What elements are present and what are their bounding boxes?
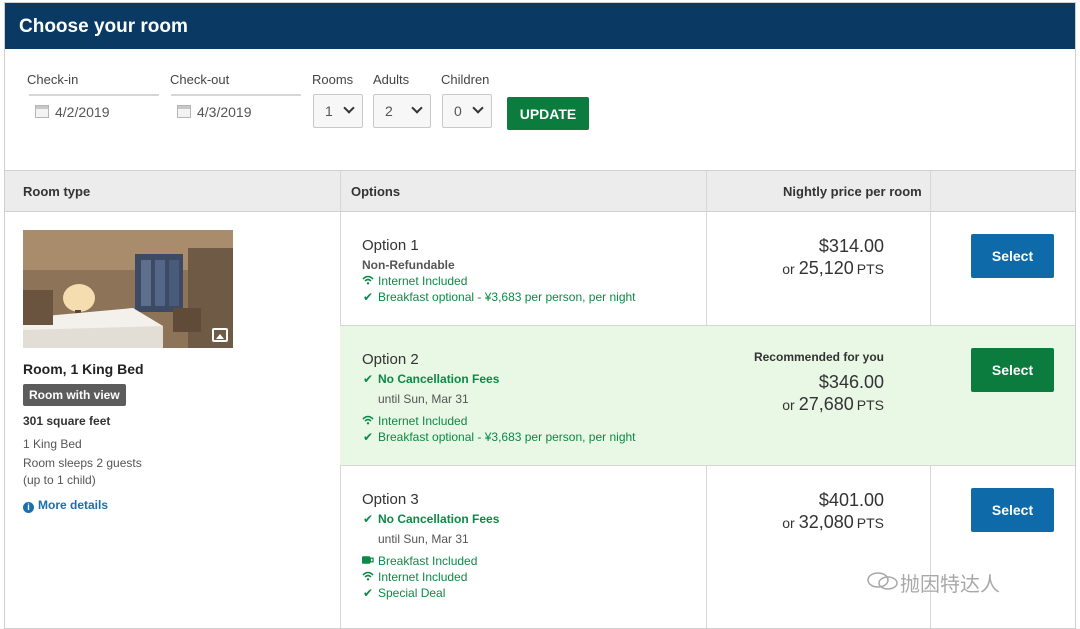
- feature-breakfast: ✔ Breakfast optional - ¥3,683 per person,…: [362, 430, 636, 444]
- points-value: 32,080: [798, 512, 854, 532]
- table-header: Room type Options Nightly price per room: [5, 170, 1075, 212]
- watermark: 抛因特达人: [866, 568, 1000, 597]
- feature-label: Breakfast optional - ¥3,683 per person, …: [378, 430, 636, 444]
- calendar-icon: [177, 105, 191, 118]
- room-sleeps-note: (up to 1 child): [23, 473, 96, 487]
- option-title: Option 3: [362, 491, 419, 508]
- more-details-link[interactable]: i More details: [23, 498, 108, 513]
- option-row-3: Option 3 ✔ No Cancellation Fees until Sun…: [340, 466, 1075, 628]
- check-icon: ✔: [362, 372, 374, 386]
- children-value: 0: [454, 103, 462, 119]
- option-row-1: Option 1 Non-Refundable Internet Include…: [340, 212, 1075, 326]
- recommended-label: Recommended for you: [753, 350, 884, 364]
- select-button[interactable]: Select: [971, 234, 1054, 278]
- feature-internet: Internet Included: [362, 414, 467, 428]
- chevron-down-icon: [343, 102, 355, 114]
- checkin-field[interactable]: 4/2/2019: [29, 94, 159, 128]
- room-info: Room, 1 King Bed Room with view 301 squa…: [5, 212, 340, 628]
- coffee-cup-icon: [362, 556, 374, 564]
- feature-cancellation: ✔ No Cancellation Fees: [362, 372, 499, 386]
- feature-label: Breakfast optional - ¥3,683 per person, …: [378, 290, 636, 304]
- feature-label: Internet Included: [378, 274, 468, 288]
- checkout-label: Check-out: [170, 72, 230, 87]
- checkout-value: 4/3/2019: [197, 104, 252, 120]
- rooms-select[interactable]: 1: [313, 94, 363, 128]
- room-name: Room, 1 King Bed: [23, 361, 144, 377]
- price-amount: $401.00: [818, 490, 884, 510]
- room-bed: 1 King Bed: [23, 437, 82, 451]
- check-icon: ✔: [362, 512, 374, 526]
- feature-internet: Internet Included: [362, 274, 467, 288]
- col-price: Nightly price per room: [783, 184, 922, 199]
- or-label: or: [782, 261, 795, 277]
- price-amount: $346.00: [818, 372, 884, 392]
- feature-label: Internet Included: [378, 570, 468, 584]
- points-unit: PTS: [856, 397, 884, 413]
- feature-label: Breakfast Included: [378, 554, 478, 568]
- calendar-icon: [35, 105, 49, 118]
- check-icon: ✔: [362, 430, 374, 444]
- info-icon: i: [23, 502, 34, 513]
- option-title: Option 1: [362, 237, 419, 254]
- rooms-value: 1: [325, 103, 333, 119]
- chevron-down-icon: [472, 102, 484, 114]
- price-points: or 32,080 PTS: [782, 512, 884, 533]
- points-value: 27,680: [798, 394, 854, 414]
- feature-label: No Cancellation Fees: [378, 512, 500, 526]
- chat-bubble-icon: [867, 572, 898, 590]
- rooms-label: Rooms: [312, 72, 354, 87]
- col-room-type: Room type: [23, 184, 91, 199]
- wifi-icon: [362, 571, 374, 581]
- room-badge: Room with view: [23, 384, 126, 406]
- checkin-label: Check-in: [27, 72, 79, 87]
- points-unit: PTS: [856, 515, 884, 531]
- room-size: 301 square feet: [23, 414, 111, 428]
- children-label: Children: [441, 72, 490, 87]
- children-select[interactable]: 0: [442, 94, 492, 128]
- check-icon: ✔: [362, 586, 374, 600]
- check-icon: ✔: [362, 290, 374, 304]
- cancellation-until: until Sun, Mar 31: [378, 392, 469, 406]
- wifi-icon: [362, 275, 374, 285]
- search-bar: Check-in 4/2/2019 Check-out 4/3/2019 Roo…: [5, 49, 1075, 171]
- room-photo-image: [23, 230, 233, 348]
- adults-select[interactable]: 2: [373, 94, 431, 128]
- adults-value: 2: [385, 103, 393, 119]
- price-points: or 25,120 PTS: [782, 258, 884, 279]
- adults-label: Adults: [373, 72, 410, 87]
- option-title: Option 2: [362, 351, 419, 368]
- gallery-icon[interactable]: [212, 328, 228, 342]
- feature-breakfast: ✔ Breakfast optional - ¥3,683 per person,…: [362, 290, 636, 304]
- feature-internet: Internet Included: [362, 570, 467, 584]
- room-sleeps: Room sleeps 2 guests: [23, 456, 142, 470]
- more-details-label: More details: [38, 498, 109, 512]
- room-photo[interactable]: [23, 230, 233, 348]
- feature-breakfast: Breakfast Included: [362, 554, 477, 568]
- or-label: or: [782, 515, 795, 531]
- chevron-down-icon: [411, 102, 423, 114]
- checkout-field[interactable]: 4/3/2019: [171, 94, 301, 128]
- page-title: Choose your room: [5, 3, 1075, 49]
- feature-label: Special Deal: [378, 586, 446, 600]
- select-button[interactable]: Select: [971, 348, 1054, 392]
- option-row-2: Option 2 ✔ No Cancellation Fees until Sun…: [340, 326, 1075, 466]
- col-options: Options: [351, 184, 401, 199]
- checkin-value: 4/2/2019: [55, 104, 110, 120]
- price-points: or 27,680 PTS: [782, 394, 884, 415]
- select-button[interactable]: Select: [971, 488, 1054, 532]
- feature-label: Internet Included: [378, 414, 468, 428]
- feature-cancellation: ✔ No Cancellation Fees: [362, 512, 499, 526]
- feature-label: No Cancellation Fees: [378, 372, 500, 386]
- watermark-text: 抛因特达人: [900, 574, 1000, 596]
- option-refund-policy: Non-Refundable: [362, 258, 455, 272]
- price-amount: $314.00: [818, 236, 884, 256]
- points-unit: PTS: [856, 261, 884, 277]
- update-button[interactable]: UPDATE: [507, 97, 589, 130]
- points-value: 25,120: [798, 258, 854, 278]
- room-chooser-panel: Choose your room Check-in 4/2/2019 Check…: [4, 2, 1076, 629]
- cancellation-until: until Sun, Mar 31: [378, 532, 469, 546]
- wifi-icon: [362, 415, 374, 425]
- feature-special-deal: ✔ Special Deal: [362, 586, 445, 600]
- or-label: or: [782, 397, 795, 413]
